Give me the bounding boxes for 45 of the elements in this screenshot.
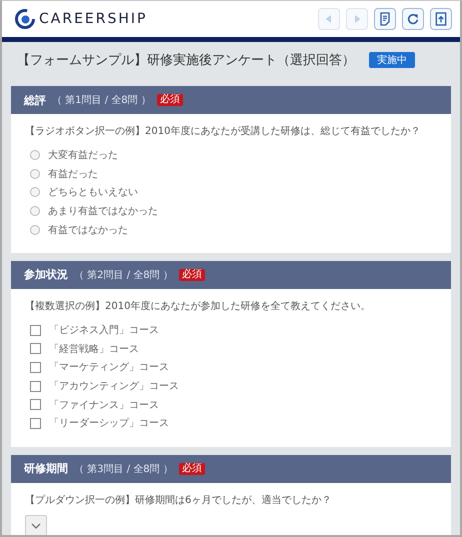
checkbox[interactable] <box>30 418 41 429</box>
option-label[interactable]: 「経営戦略」コース <box>49 342 139 356</box>
chevron-down-icon <box>31 522 41 529</box>
radio-button[interactable] <box>30 224 40 235</box>
checkbox[interactable] <box>30 399 41 410</box>
checkbox[interactable] <box>30 324 41 336</box>
question-counter: （ 第2問目 / 全8問 ） <box>74 268 173 282</box>
option-label[interactable]: どちらともいえない <box>48 185 138 200</box>
option-label[interactable]: 「アカウンティング」コース <box>49 379 179 394</box>
upload-button[interactable] <box>430 8 452 30</box>
radio-button[interactable] <box>30 187 40 198</box>
checkbox[interactable] <box>30 362 41 373</box>
radio-button[interactable] <box>30 206 40 216</box>
refresh-button[interactable] <box>402 8 424 30</box>
logo-icon <box>15 9 35 29</box>
checkbox[interactable] <box>30 343 41 354</box>
checkbox[interactable] <box>30 380 41 392</box>
upload-icon <box>433 11 449 27</box>
radio-button[interactable] <box>30 150 40 160</box>
status-badge: 実施中 <box>369 52 415 68</box>
required-badge: 必須 <box>156 94 183 106</box>
required-badge: 必須 <box>178 268 205 281</box>
question-text: 【ラジオボタン択一の例】2010年度にあなたが受講した研修は、総じて有益でしたか？ <box>25 124 422 138</box>
option-label[interactable]: 有益ではなかった <box>48 222 128 237</box>
refresh-icon <box>405 11 421 27</box>
section-title: 総評 <box>24 92 46 108</box>
required-badge: 必須 <box>178 462 205 475</box>
dropdown[interactable] <box>25 514 47 535</box>
radio-button[interactable] <box>30 168 40 179</box>
question-counter: （ 第1問目 / 全8問 ） <box>52 94 151 107</box>
option-label[interactable]: 有益だった <box>48 166 98 181</box>
option-label[interactable]: 大変有益だった <box>48 148 118 162</box>
option-label[interactable]: 「リーダーシップ」コース <box>49 416 169 430</box>
option-label[interactable]: 「ビジネス入門」コース <box>49 323 159 338</box>
option-label[interactable]: あまり有益ではなかった <box>48 204 158 218</box>
question-counter: （ 第3問目 / 全8問 ） <box>74 462 173 476</box>
section-title: 参加状況 <box>24 267 68 282</box>
logo-text: CAREERSHIP <box>39 11 148 27</box>
question-text: 【プルダウン択一の例】研修期間は6ヶ月でしたが、適当でしたか？ <box>25 494 332 507</box>
option-label[interactable]: 「マーケティング」コース <box>49 360 169 374</box>
option-label[interactable]: 「ファイナンス」コース <box>49 398 159 412</box>
document-button[interactable] <box>374 8 396 30</box>
section-title: 研修期間 <box>24 461 68 476</box>
page-title: 【フォームサンプル】研修実施後アンケート（選択回答） <box>17 52 355 69</box>
question-text: 【複数選択の例】2010年度にあなたが参加した研修を全て教えてください。 <box>25 300 372 313</box>
